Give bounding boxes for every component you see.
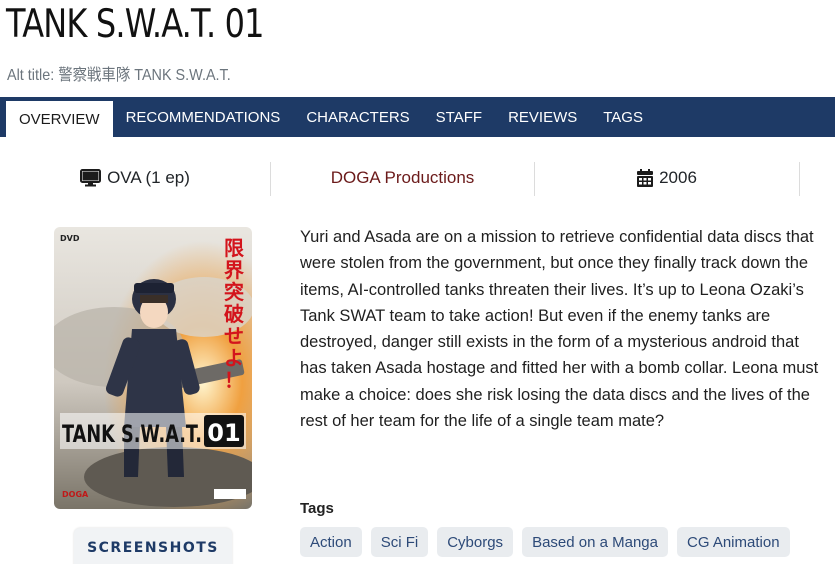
cover-logo-number: 01 — [207, 419, 240, 447]
tag-cg-animation[interactable]: CG Animation — [677, 527, 790, 557]
info-bar: OVA (1 ep) DOGA Productions 2006 — [0, 160, 835, 200]
tab-tags[interactable]: TAGS — [590, 97, 656, 137]
cover-publisher: DOGA — [62, 490, 89, 499]
tag-action[interactable]: Action — [300, 527, 362, 557]
cover-dvd-label: DVD — [60, 234, 80, 243]
tab-staff[interactable]: STAFF — [423, 97, 495, 137]
svg-text:よ: よ — [224, 346, 244, 370]
year-info: 2006 — [535, 160, 799, 196]
tab-overview[interactable]: OVERVIEW — [6, 101, 113, 137]
format-info: OVA (1 ep) — [0, 160, 270, 196]
tab-recommendations[interactable]: RECOMMENDATIONS — [113, 97, 294, 137]
cover-vertical-char: 限 — [224, 236, 244, 260]
screenshots-button[interactable]: SCREENSHOTS — [74, 528, 232, 564]
tab-bar: OVERVIEW RECOMMENDATIONS CHARACTERS STAF… — [0, 97, 835, 137]
cover-image: DVD 限 界 突 破 せ よ ！ TANK S.W.A.T. 01 DOGA — [54, 227, 252, 509]
monitor-icon — [80, 169, 102, 187]
cover-logo-text: TANK S.W.A.T. — [62, 420, 202, 448]
tag-list: Action Sci Fi Cyborgs Based on a Manga C… — [300, 527, 790, 557]
svg-text:突: 突 — [224, 280, 244, 304]
alt-title: Alt title: 警察戦車隊 TANK S.W.A.T. — [7, 67, 231, 84]
svg-text:！: ！ — [224, 368, 244, 392]
calendar-icon — [637, 169, 654, 187]
tag-based-on-a-manga[interactable]: Based on a Manga — [522, 527, 668, 557]
svg-text:破: 破 — [224, 302, 244, 326]
tags-heading: Tags — [300, 500, 334, 517]
svg-text:せ: せ — [224, 324, 244, 348]
format-text: OVA (1 ep) — [107, 168, 190, 187]
year-text: 2006 — [659, 168, 697, 187]
tab-reviews[interactable]: REVIEWS — [495, 97, 590, 137]
info-divider — [799, 162, 800, 196]
synopsis: Yuri and Asada are on a mission to retri… — [300, 228, 819, 431]
tag-cyborgs[interactable]: Cyborgs — [437, 527, 514, 557]
tag-sci-fi[interactable]: Sci Fi — [370, 527, 429, 557]
tab-characters[interactable]: CHARACTERS — [293, 97, 422, 137]
studio-link[interactable]: DOGA Productions — [271, 160, 534, 196]
page-title: TANK S.W.A.T. 01 — [6, 2, 265, 47]
svg-text:界: 界 — [224, 258, 244, 282]
